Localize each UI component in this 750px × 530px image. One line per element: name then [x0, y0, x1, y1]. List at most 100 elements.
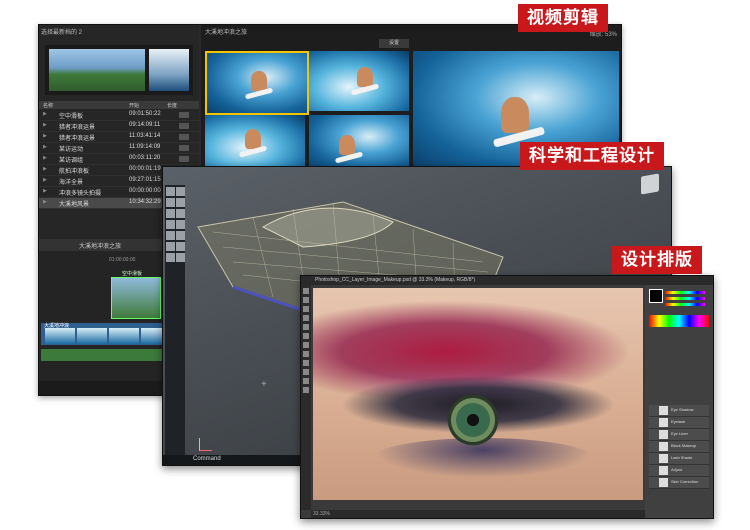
- tool-icon[interactable]: [176, 198, 185, 207]
- view-cube-icon[interactable]: [641, 173, 659, 195]
- surfer-figure: [251, 71, 267, 91]
- disclosure-triangle-icon[interactable]: ▶: [43, 166, 47, 172]
- disclosure-triangle-icon[interactable]: ▶: [43, 155, 47, 161]
- tool-icon[interactable]: [166, 187, 175, 196]
- film-icon: [179, 112, 189, 118]
- disclosure-triangle-icon[interactable]: ▶: [43, 144, 47, 150]
- eraser-tool-icon[interactable]: [303, 351, 309, 357]
- tool-icon[interactable]: [166, 198, 175, 207]
- connected-clip[interactable]: 空中滑板: [111, 271, 161, 319]
- tool-icon[interactable]: [166, 231, 175, 240]
- event-thumbnail-strip[interactable]: [45, 45, 193, 95]
- layer-row[interactable]: Black Makeup: [649, 441, 709, 453]
- hand-tool-icon[interactable]: [303, 387, 309, 393]
- move-tool-icon[interactable]: [303, 288, 309, 294]
- tool-icon[interactable]: [166, 242, 175, 251]
- tool-icon[interactable]: [176, 187, 185, 196]
- filmstrip-frame: [77, 328, 107, 344]
- filmstrip-frame: [109, 328, 139, 344]
- tool-icon[interactable]: [166, 220, 175, 229]
- column-duration[interactable]: 长度: [167, 102, 177, 109]
- surfer-figure: [501, 97, 529, 133]
- disclosure-triangle-icon[interactable]: ▶: [43, 177, 47, 183]
- layer-row[interactable]: Eye Shadow: [649, 405, 709, 417]
- type-tool-icon[interactable]: [303, 378, 309, 384]
- image-canvas[interactable]: [313, 288, 643, 500]
- tag-design-layout: 设计排版: [612, 246, 702, 274]
- zoom-readout[interactable]: 33.33%: [313, 511, 330, 517]
- list-item[interactable]: ▶ 猎者冲浪运景 11:03:41:14: [39, 132, 199, 143]
- pen-tool-icon[interactable]: [303, 369, 309, 375]
- list-item[interactable]: ▶ 某访运动 11:09:14:09: [39, 143, 199, 154]
- film-icon: [179, 156, 189, 162]
- surfer-figure: [357, 67, 373, 87]
- disclosure-triangle-icon[interactable]: ▶: [43, 188, 47, 194]
- tag-video-editing: 视频剪辑: [518, 4, 608, 32]
- tools-panel: [301, 285, 311, 510]
- settings-button[interactable]: 设置: [379, 39, 409, 48]
- tool-icon[interactable]: [176, 220, 185, 229]
- clip-thumbnail[interactable]: [205, 51, 309, 115]
- right-panels: Eye Shadow Eyelash Eye Liner Black Makeu…: [645, 285, 713, 518]
- color-slider[interactable]: [665, 291, 705, 294]
- disclosure-triangle-icon[interactable]: ▶: [43, 111, 47, 117]
- film-icon: [179, 134, 189, 140]
- marquee-tool-icon[interactable]: [303, 297, 309, 303]
- color-ramp[interactable]: [649, 315, 709, 327]
- layer-thumbnail: [659, 478, 668, 487]
- surfer-figure: [339, 135, 355, 155]
- disclosure-triangle-icon[interactable]: ▶: [43, 133, 47, 139]
- column-name[interactable]: 名称: [43, 102, 53, 109]
- tool-icon[interactable]: [166, 253, 175, 262]
- timeline-title: 大溪地冲浪之旅: [79, 244, 122, 250]
- tool-icon[interactable]: [166, 209, 175, 218]
- film-icon: [179, 123, 189, 129]
- crop-tool-icon[interactable]: [303, 315, 309, 321]
- filmstrip-frame: [45, 328, 75, 344]
- timecode: 01:00:00:00: [109, 257, 136, 263]
- column-start[interactable]: 开始: [129, 102, 139, 109]
- layer-row[interactable]: Eye Liner: [649, 429, 709, 441]
- layer-row[interactable]: Skin Correction: [649, 477, 709, 489]
- clip-thumbnail[interactable]: [309, 51, 409, 111]
- layer-thumbnail: [659, 442, 668, 451]
- document-tab[interactable]: Photoshop_CC_Layer_Image_Makeup.psd @ 33…: [301, 276, 713, 285]
- layer-thumbnail: [659, 406, 668, 415]
- layer-row[interactable]: Eyelash: [649, 417, 709, 429]
- tool-icon[interactable]: [176, 253, 185, 262]
- layer-thumbnail: [659, 454, 668, 463]
- foreground-color-swatch[interactable]: [649, 289, 663, 303]
- browser-title: 大溪地冲浪之旅: [205, 30, 248, 36]
- gradient-tool-icon[interactable]: [303, 360, 309, 366]
- photoshop-window: Photoshop_CC_Layer_Image_Makeup.psd @ 33…: [300, 275, 714, 519]
- clip-thumbnail[interactable]: [205, 115, 305, 169]
- list-item[interactable]: ▶ 空中滑板 09:01:50:22: [39, 110, 199, 121]
- list-item[interactable]: ▶ 猎者冲浪运景 09:14:09:11: [39, 121, 199, 132]
- lasso-tool-icon[interactable]: [303, 306, 309, 312]
- disclosure-triangle-icon[interactable]: ▶: [43, 122, 47, 128]
- event-thumbnail[interactable]: [149, 49, 189, 91]
- list-item[interactable]: ▶ 某访调组 00:03:11:20: [39, 154, 199, 165]
- surfer-figure: [245, 129, 261, 149]
- layer-row[interactable]: Adjust: [649, 465, 709, 477]
- tool-icon[interactable]: [176, 209, 185, 218]
- eye-iris: [441, 393, 505, 447]
- stamp-tool-icon[interactable]: [303, 342, 309, 348]
- tool-icon[interactable]: [176, 231, 185, 240]
- clip-thumbnail[interactable]: [309, 115, 409, 169]
- color-slider[interactable]: [665, 297, 705, 300]
- tool-icon[interactable]: [176, 242, 185, 251]
- disclosure-triangle-icon[interactable]: ▶: [43, 199, 47, 205]
- ucs-axis-icon: [199, 438, 212, 451]
- status-bar: 33.33%: [311, 510, 645, 518]
- brush-tool-icon[interactable]: [303, 333, 309, 339]
- layer-thumbnail: [659, 418, 668, 427]
- layer-thumbnail: [659, 466, 668, 475]
- event-thumbnail[interactable]: [49, 49, 145, 91]
- cursor-crosshair-icon: +: [261, 379, 267, 390]
- layer-row[interactable]: Lash Shade: [649, 453, 709, 465]
- eyedropper-tool-icon[interactable]: [303, 324, 309, 330]
- document-title: Photoshop_CC_Layer_Image_Makeup.psd @ 33…: [315, 277, 476, 283]
- color-slider[interactable]: [665, 303, 705, 306]
- film-icon: [179, 145, 189, 151]
